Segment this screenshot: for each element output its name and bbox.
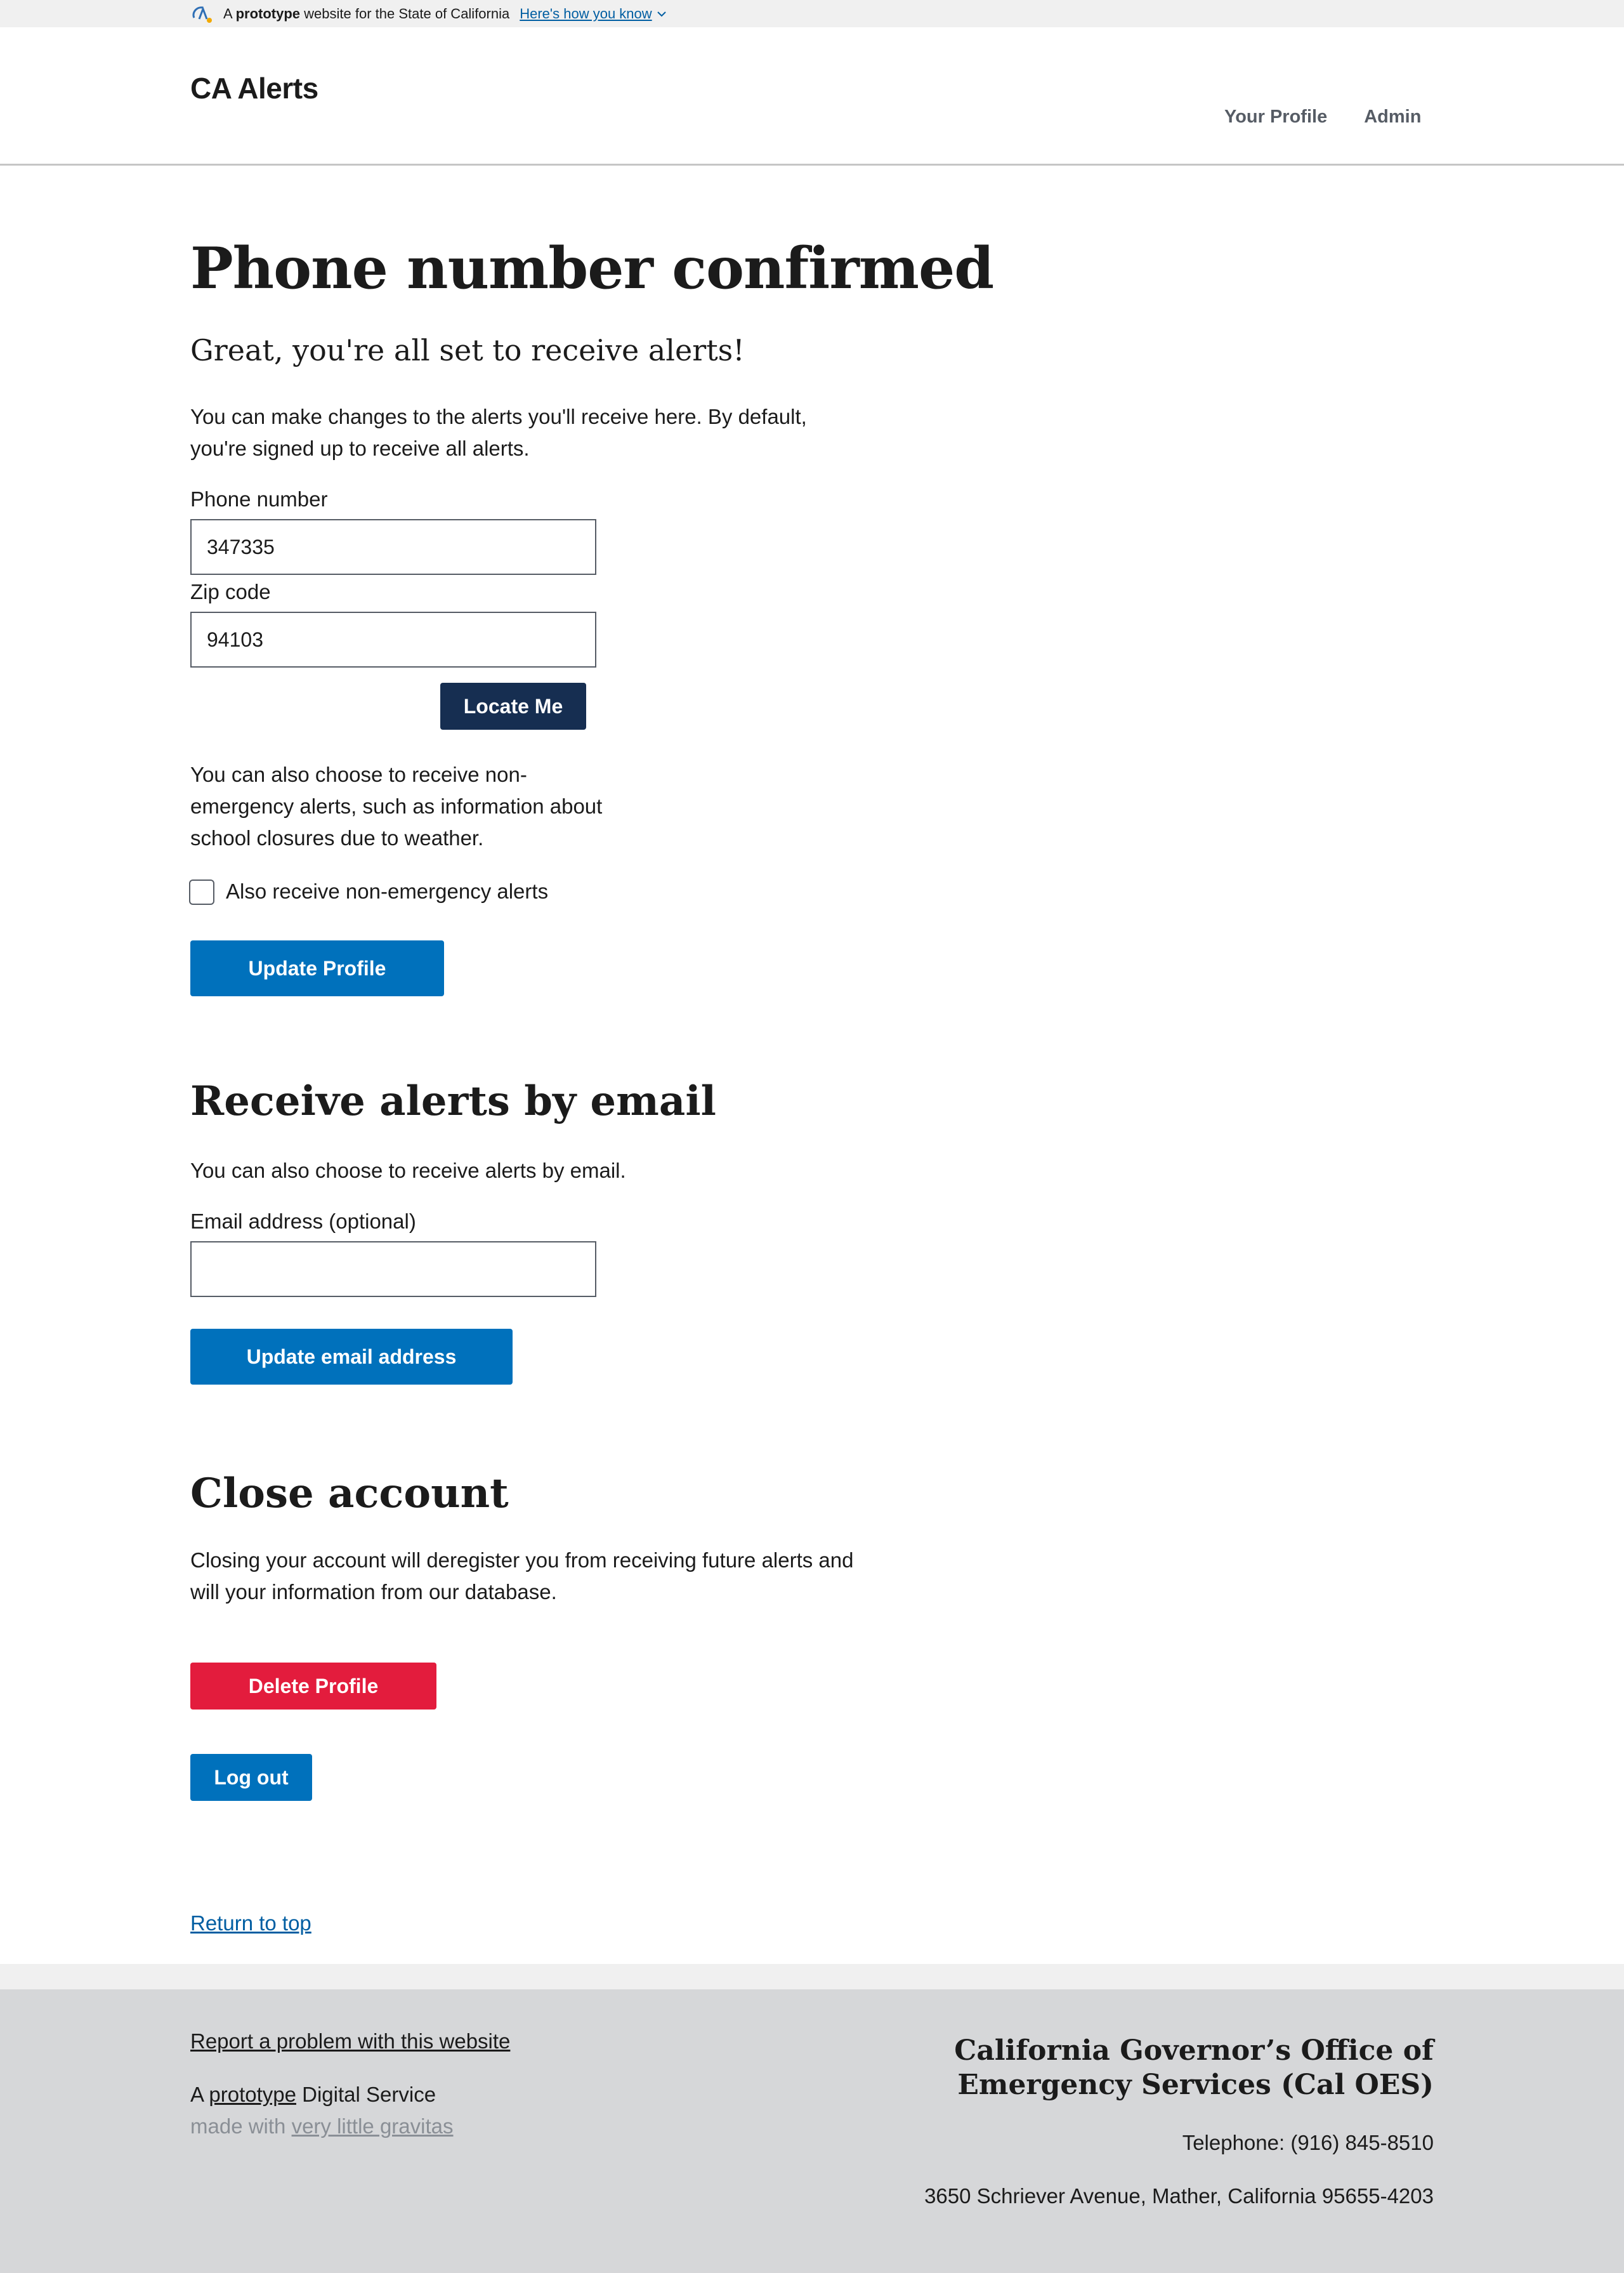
made-with-line: made with very little gravitas xyxy=(190,2114,454,2138)
phone-input[interactable]: 347335 xyxy=(190,519,596,575)
nonemergency-checkbox-label[interactable]: Also receive non-emergency alerts xyxy=(226,880,548,904)
zip-label: Zip code xyxy=(190,580,271,603)
footer-address: 3650 Schriever Avenue, Mather, Californi… xyxy=(924,2184,1434,2208)
nav-admin[interactable]: Admin xyxy=(1364,107,1421,128)
digital-service-suffix: Digital Service xyxy=(302,2083,436,2106)
phone-label: Phone number xyxy=(190,487,328,511)
banner-how-you-know-link[interactable]: Here's how you know xyxy=(520,6,667,22)
return-to-top-link[interactable]: Return to top xyxy=(190,1911,311,1935)
digital-service-prefix: A xyxy=(190,2083,204,2106)
email-label: Email address (optional) xyxy=(190,1209,416,1233)
nonemergency-checkbox[interactable] xyxy=(189,880,214,905)
update-profile-button[interactable]: Update Profile xyxy=(190,940,444,996)
gov-banner: A prototype website for the State of Cal… xyxy=(0,0,1624,27)
intro-text: You can make changes to the alerts you'l… xyxy=(190,405,807,460)
report-problem-link[interactable]: Report a problem with this website xyxy=(190,2029,510,2053)
close-account-title: Close account xyxy=(190,1470,509,1517)
locate-me-button[interactable]: Locate Me xyxy=(440,683,586,730)
page-title: Phone number confirmed xyxy=(190,235,994,302)
email-section-title: Receive alerts by email xyxy=(190,1077,716,1125)
org-name: California Governor’s Office of Emergenc… xyxy=(863,2034,1434,2102)
email-input[interactable] xyxy=(190,1241,596,1297)
logout-button[interactable]: Log out xyxy=(190,1754,312,1801)
ca-gov-logo-icon xyxy=(190,4,216,24)
made-with-prefix: made with xyxy=(190,2114,286,2138)
footer-top-band xyxy=(0,1964,1624,1989)
gravitas-link[interactable]: very little gravitas xyxy=(292,2114,454,2138)
site-title[interactable]: CA Alerts xyxy=(190,71,318,105)
digital-service-line: A prototype Digital Service xyxy=(190,2083,436,2107)
prototype-link[interactable]: prototype xyxy=(209,2083,296,2106)
primary-nav: Your Profile Admin xyxy=(1224,107,1421,128)
org-name-line1: California Governor’s Office of xyxy=(954,2034,1434,2067)
update-email-button[interactable]: Update email address xyxy=(190,1329,513,1385)
gov-banner-inner: A prototype website for the State of Cal… xyxy=(190,0,667,27)
chevron-down-icon xyxy=(657,11,666,16)
footer-telephone: Telephone: (916) 845-8510 xyxy=(1182,2131,1434,2154)
nonemergency-text: You can also choose to receive non-emerg… xyxy=(190,763,603,850)
delete-profile-button[interactable]: Delete Profile xyxy=(190,1663,436,1710)
banner-text: A prototype website for the State of Cal… xyxy=(223,5,510,22)
org-name-line2: Emergency Services (Cal OES) xyxy=(957,2069,1434,2101)
close-account-text: Closing your account will deregister you… xyxy=(190,1548,854,1604)
nav-your-profile[interactable]: Your Profile xyxy=(1224,107,1327,128)
lead-text: Great, you're all set to receive alerts! xyxy=(190,333,745,367)
zip-input[interactable]: 94103 xyxy=(190,612,596,668)
email-section-text: You can also choose to receive alerts by… xyxy=(190,1159,626,1182)
